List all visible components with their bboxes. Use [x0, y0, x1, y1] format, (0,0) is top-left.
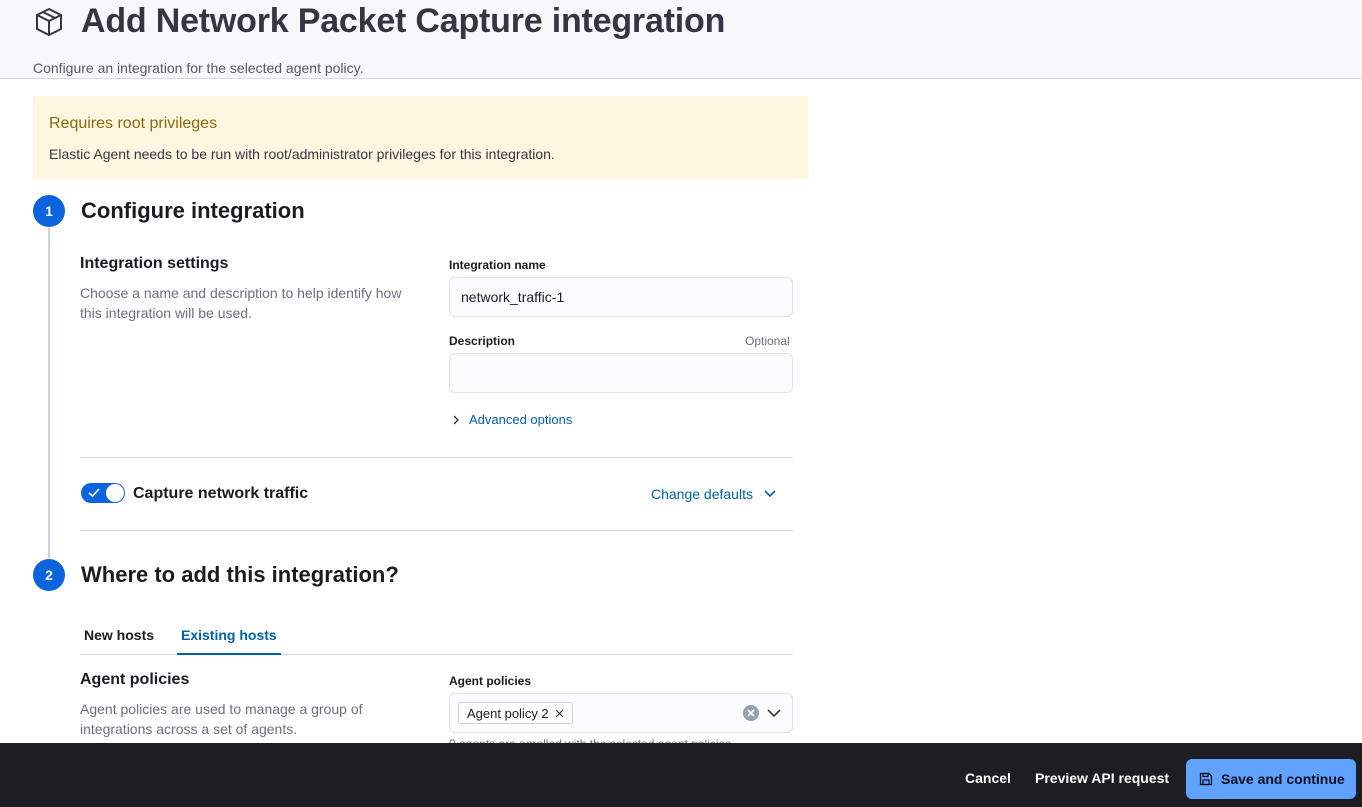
step-connector-line	[48, 228, 50, 558]
chevron-down-icon[interactable]	[766, 705, 782, 721]
integration-settings-title: Integration settings	[80, 255, 229, 272]
step-1-number: 1	[33, 195, 65, 227]
clear-icon[interactable]	[743, 705, 759, 721]
change-defaults-button[interactable]: Change defaults	[651, 486, 777, 502]
integration-name-input[interactable]: network_traffic-1	[449, 277, 793, 317]
step-2-number: 2	[33, 559, 65, 591]
change-defaults-label: Change defaults	[651, 486, 753, 502]
host-tabs: New hosts Existing hosts	[80, 622, 793, 655]
agent-policies-description: Agent policies are used to manage a grou…	[80, 701, 363, 737]
chevron-right-icon	[453, 415, 459, 424]
tab-existing-hosts[interactable]: Existing hosts	[177, 622, 281, 655]
page-title: Add Network Packet Capture integration	[81, 2, 726, 40]
chevron-down-icon	[764, 490, 776, 498]
callout-body: Elastic Agent needs to be run with root/…	[49, 146, 555, 162]
callout-title: Requires root privileges	[49, 115, 218, 132]
remove-icon[interactable]	[555, 709, 564, 718]
save-and-continue-button[interactable]: Save and continue	[1186, 759, 1356, 799]
bottom-bar: Cancel Preview API request Save and cont…	[0, 743, 1362, 807]
advanced-options-toggle[interactable]: Advanced options	[451, 412, 572, 427]
preview-api-request-button[interactable]: Preview API request	[1035, 770, 1169, 786]
integration-settings-description: Choose a name and description to help id…	[80, 285, 402, 321]
divider	[80, 457, 793, 458]
capture-network-traffic-switch[interactable]	[81, 483, 125, 503]
page-header: Add Network Packet Capture integration C…	[0, 0, 1362, 79]
tab-new-hosts[interactable]: New hosts	[80, 622, 158, 655]
check-icon	[88, 488, 100, 498]
description-label: Description	[449, 334, 516, 348]
step-2-title: Where to add this integration?	[81, 562, 399, 587]
capture-network-traffic-label: Capture network traffic	[133, 485, 309, 502]
selected-policy-label: Agent policy 2	[467, 705, 549, 721]
advanced-options-label: Advanced options	[469, 412, 573, 427]
page-subtitle: Configure an integration for the selecte…	[33, 60, 364, 76]
description-optional-label: Optional	[745, 334, 790, 348]
description-input[interactable]	[449, 353, 793, 393]
agent-policies-title: Agent policies	[80, 671, 190, 688]
switch-knob	[106, 484, 124, 502]
agent-policies-label: Agent policies	[449, 674, 532, 688]
save-and-continue-label: Save and continue	[1221, 771, 1345, 787]
agent-policies-combobox[interactable]: Agent policy 2	[449, 693, 793, 733]
save-icon	[1199, 772, 1213, 786]
integration-name-label: Integration name	[449, 258, 546, 272]
cancel-button[interactable]: Cancel	[965, 770, 1011, 786]
selected-policy-pill: Agent policy 2	[458, 702, 573, 724]
root-privileges-callout: Requires root privileges Elastic Agent n…	[33, 96, 809, 179]
step-1-title: Configure integration	[81, 198, 305, 223]
divider	[80, 530, 793, 531]
package-icon	[36, 8, 62, 36]
